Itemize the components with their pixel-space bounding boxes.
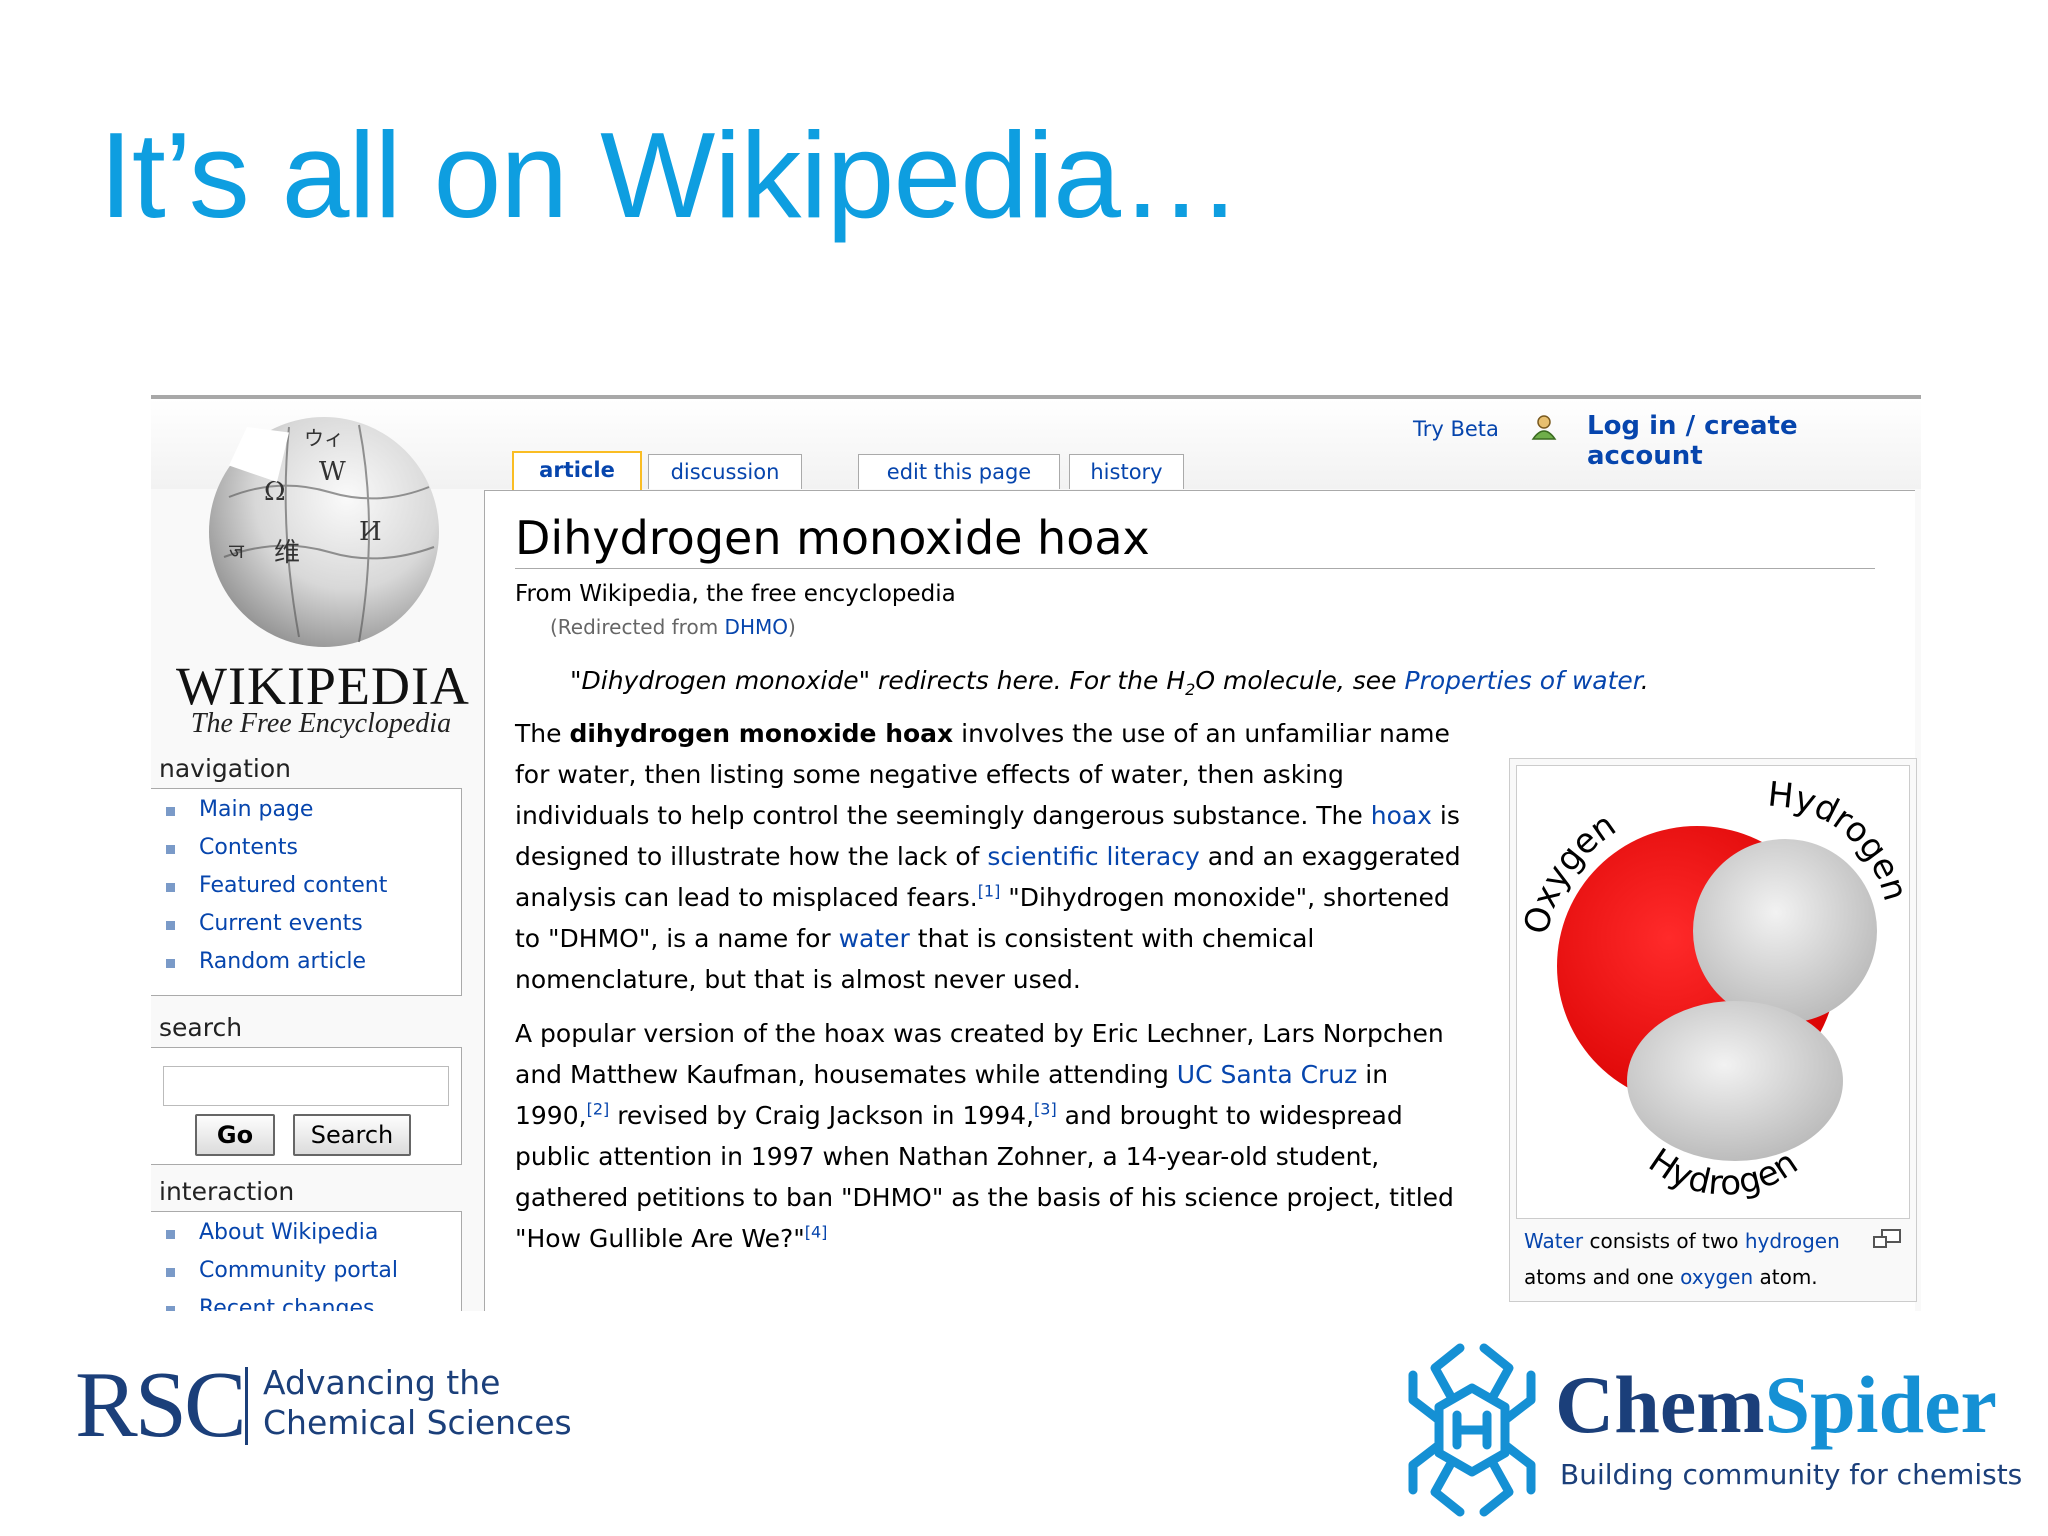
chemspider-chem: Chem — [1555, 1359, 1765, 1450]
ref-1[interactable]: [1] — [978, 882, 1001, 901]
tab-history[interactable]: history — [1069, 454, 1184, 489]
globe-icon: Ω W И 维 ウィ ज — [209, 417, 439, 647]
rsc-wordmark: RSC — [75, 1353, 247, 1457]
caption-oxygen-link[interactable]: oxygen — [1680, 1265, 1753, 1289]
thumb-caption: Water consists of two hydrogen atoms and… — [1524, 1223, 1904, 1295]
properties-of-water-link[interactable]: Properties of water — [1405, 666, 1641, 695]
scientific-literacy-link[interactable]: scientific literacy — [987, 842, 1199, 871]
caption-text: consists of two — [1583, 1229, 1745, 1253]
ref-3[interactable]: [3] — [1034, 1100, 1057, 1119]
ref-2[interactable]: [2] — [587, 1100, 610, 1119]
rsc-divider — [245, 1367, 248, 1445]
p2-text: revised by Craig Jackson in 1994, — [609, 1101, 1035, 1130]
redirect-link[interactable]: DHMO — [725, 615, 788, 639]
hatnote-suffix: . — [1640, 666, 1649, 695]
site-subtitle: From Wikipedia, the free encyclopedia — [515, 581, 956, 607]
caption-hydrogen-link[interactable]: hydrogen — [1745, 1229, 1840, 1253]
sidebar-item-community-portal[interactable]: Community portal — [151, 1258, 461, 1296]
sidebar-item-main-page[interactable]: Main page — [151, 797, 461, 835]
water-molecule-image[interactable]: Oxygen Hydrogen Hydrogen — [1516, 765, 1915, 1219]
water-link[interactable]: water — [839, 924, 910, 953]
redirect-suffix: ) — [787, 615, 796, 639]
enlarge-icon[interactable] — [1872, 1229, 1902, 1249]
p1-bold: dihydrogen monoxide hoax — [569, 719, 954, 748]
hatnote: "Dihydrogen monoxide" redirects here. Fo… — [570, 666, 1649, 699]
tab-article[interactable]: article — [512, 451, 642, 491]
search-button[interactable]: Search — [293, 1114, 411, 1156]
hatnote-subscript: 2 — [1185, 680, 1196, 699]
rsc-tagline: Advancing the Chemical Sciences — [263, 1363, 572, 1443]
rsc-tagline-line1: Advancing the — [263, 1363, 501, 1402]
p1-text: The — [515, 719, 570, 748]
ref-4[interactable]: [4] — [805, 1223, 828, 1242]
paragraph-1: The dihydrogen monoxide hoax involves th… — [515, 713, 1465, 1000]
tab-edit[interactable]: edit this page — [858, 454, 1060, 489]
chemspider-spider: Spider — [1764, 1359, 1997, 1450]
try-beta-link[interactable]: Try Beta — [1413, 417, 1499, 441]
article-content: Dihydrogen monoxide hoax From Wikipedia,… — [484, 490, 1917, 1311]
sidebar-item-about[interactable]: About Wikipedia — [151, 1220, 461, 1258]
chemspider-tagline: Building community for chemists — [1560, 1458, 2023, 1491]
wikipedia-logo[interactable]: Ω W И 维 ウィ ज WIKIPEDIA The Free Encyclop… — [171, 405, 471, 745]
sidebar-item-contents[interactable]: Contents — [151, 835, 461, 873]
hatnote-prefix: "Dihydrogen monoxide" redirects here. Fo… — [570, 666, 1186, 695]
tab-discussion[interactable]: discussion — [648, 454, 802, 489]
login-link[interactable]: Log in / create account — [1587, 411, 1921, 471]
sidebar-item-featured-content[interactable]: Featured content — [151, 873, 461, 911]
rsc-tagline-line2: Chemical Sciences — [263, 1403, 572, 1442]
sidebar-item-random-article[interactable]: Random article — [151, 949, 461, 987]
slide-title: It’s all on Wikipedia… — [99, 107, 1242, 243]
search-input[interactable] — [163, 1066, 449, 1106]
caption-water-link[interactable]: Water — [1524, 1229, 1583, 1253]
hoax-link[interactable]: hoax — [1371, 801, 1432, 830]
water-molecule-icon: Oxygen Hydrogen Hydrogen — [1516, 774, 1915, 1203]
caption-text: atom. — [1753, 1265, 1818, 1289]
hatnote-mid: O molecule, see — [1195, 666, 1405, 695]
go-button[interactable]: Go — [195, 1114, 275, 1156]
chemspider-spider-icon — [1408, 1343, 1536, 1517]
navigation-heading: navigation — [159, 754, 291, 783]
interaction-heading: interaction — [159, 1177, 295, 1206]
redirect-note: (Redirected from DHMO) — [550, 615, 796, 639]
redirect-prefix: (Redirected from — [550, 615, 725, 639]
wikipedia-screenshot: Ω W И 维 ウィ ज WIKIPEDIA The Free Encyclop… — [151, 395, 1921, 1311]
chemspider-wordmark: ChemSpider — [1555, 1360, 1997, 1450]
user-icon — [1531, 415, 1557, 440]
interaction-portlet: About Wikipedia Community portal Recent … — [151, 1211, 462, 1311]
sidebar-item-current-events[interactable]: Current events — [151, 911, 461, 949]
wikipedia-tagline: The Free Encyclopedia — [190, 708, 452, 739]
title-divider — [515, 568, 1875, 569]
paragraph-2: A popular version of the hoax was create… — [515, 1013, 1465, 1259]
page-title: Dihydrogen monoxide hoax — [515, 511, 1150, 565]
search-heading: search — [159, 1013, 243, 1042]
uc-santa-cruz-link[interactable]: UC Santa Cruz — [1177, 1060, 1358, 1089]
navigation-portlet: Main page Contents Featured content Curr… — [151, 788, 462, 996]
caption-text: atoms and one — [1524, 1265, 1681, 1289]
water-thumbnail: Oxygen Hydrogen Hydrogen Water consists … — [1509, 758, 1917, 1302]
sidebar-item-recent-changes[interactable]: Recent changes — [151, 1296, 461, 1311]
search-portlet: Go Search — [151, 1047, 462, 1165]
